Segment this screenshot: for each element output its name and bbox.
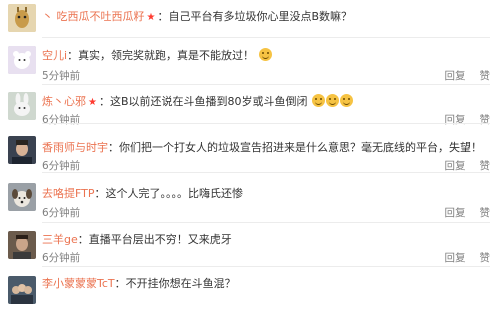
vip-star-icon: ★	[88, 97, 97, 108]
comment-actions: 回复 赞	[431, 158, 491, 173]
like-button[interactable]: 赞	[480, 207, 491, 219]
comment-time: 6分钟前	[42, 252, 81, 264]
comment-time: 6分钟前	[42, 160, 81, 172]
comment-item: 丶 吃西瓜不吐西瓜籽 ★ ：自己平台有多垃圾你心里没点B数嘛？	[0, 0, 500, 38]
comment-text: 不开挂你想在斗鱼混？	[125, 277, 236, 290]
comment-text: 这B以前还说在斗鱼播到80岁或斗鱼倒闭	[109, 95, 308, 108]
comment-time: 6分钟前	[42, 207, 81, 219]
like-button[interactable]: 赞	[480, 160, 491, 172]
reply-button[interactable]: 回复	[445, 70, 466, 82]
comment-item: 空儿i：真实，领完奖就跑，真是不能放过！ 5分钟前 回复 赞	[0, 38, 500, 85]
commenter-name[interactable]: 吃西瓜不吐西瓜籽	[57, 10, 145, 23]
reply-button[interactable]: 回复	[445, 252, 466, 264]
vip-star-icon: ★	[146, 12, 156, 23]
comment-actions: 回复 赞	[431, 68, 491, 83]
reply-button[interactable]: 回复	[445, 160, 466, 172]
comment-text: 你们把一个打女人的垃圾宣告招进来是什么意思？毫无底线的平台，失望！	[119, 141, 482, 154]
comment-line: 去咯提FTP：这个人完了。。。。比嗨氏还惨	[42, 187, 244, 200]
avatar[interactable]	[8, 46, 36, 74]
reply-button[interactable]: 回复	[445, 207, 466, 219]
comment-text: 这个人完了。。。。比嗨氏还惨	[105, 187, 244, 200]
prefix-text: 丶	[42, 10, 53, 23]
comment-item: 香雨师与时宇：你们把一个打女人的垃圾宣告招进来是什么意思？毫无底线的平台，失望！…	[0, 124, 500, 173]
avatar[interactable]	[8, 276, 36, 304]
commenter-name[interactable]: 三羊ge	[42, 233, 78, 246]
avatar[interactable]	[8, 183, 36, 211]
smile-emoji-icon	[326, 94, 340, 107]
like-button[interactable]: 赞	[480, 70, 491, 82]
comment-list: 丶 吃西瓜不吐西瓜籽 ★ ：自己平台有多垃圾你心里没点B数嘛？ 空儿i：真实，领完奖…	[0, 0, 500, 313]
smile-emoji-icon	[340, 94, 354, 107]
smile-emoji-icon	[312, 94, 326, 107]
comment-actions: 回复 赞	[431, 205, 491, 220]
comment-item: 炼丶心邪 ★ ：这B以前还说在斗鱼播到80岁或斗鱼倒闭 6分钟前 回复赞	[0, 85, 500, 126]
comment-item: 李小蒙蒙蒙TcT：不开挂你想在斗鱼混？	[0, 267, 500, 313]
like-button[interactable]: 赞	[480, 252, 491, 264]
commenter-name[interactable]: 李小蒙蒙蒙TcT	[42, 277, 115, 290]
comment-text: 直播平台层出不穷！又来虎牙	[88, 233, 232, 246]
commenter-name[interactable]: 炼丶心邪	[42, 95, 86, 108]
comment-actions: 回复 赞	[431, 250, 491, 265]
commenter-name[interactable]: 空儿i	[42, 49, 67, 62]
smile-emoji-icon	[258, 48, 272, 61]
avatar[interactable]	[8, 4, 36, 32]
comment-line: 三羊ge：直播平台层出不穷！又来虎牙	[42, 233, 232, 246]
comment-item: 去咯提FTP：这个人完了。。。。比嗨氏还惨 6分钟前 回复 赞	[0, 173, 500, 223]
commenter-name[interactable]: 去咯提FTP	[42, 187, 95, 200]
avatar[interactable]	[8, 92, 36, 120]
avatar[interactable]	[8, 136, 36, 164]
comment-line: 丶 吃西瓜不吐西瓜籽 ★ ：自己平台有多垃圾你心里没点B数嘛？	[42, 10, 353, 23]
comment-item: 三羊ge：直播平台层出不穷！又来虎牙 6分钟前 回复 赞	[0, 223, 500, 267]
comment-line: 李小蒙蒙蒙TcT：不开挂你想在斗鱼混？	[42, 277, 236, 290]
commenter-name[interactable]: 香雨师与时宇	[42, 141, 108, 154]
comment-time: 5分钟前	[42, 70, 81, 82]
comment-line: 炼丶心邪 ★ ：这B以前还说在斗鱼播到80岁或斗鱼倒闭	[42, 93, 490, 109]
avatar[interactable]	[8, 231, 36, 259]
comment-text: 真实，领完奖就跑，真是不能放过！	[78, 49, 255, 62]
comment-text: 自己平台有多垃圾你心里没点B数嘛？	[168, 10, 353, 23]
comment-line: 香雨师与时宇：你们把一个打女人的垃圾宣告招进来是什么意思？毫无底线的平台，失望！	[42, 141, 482, 154]
comment-line: 空儿i：真实，领完奖就跑，真是不能放过！	[42, 47, 490, 63]
